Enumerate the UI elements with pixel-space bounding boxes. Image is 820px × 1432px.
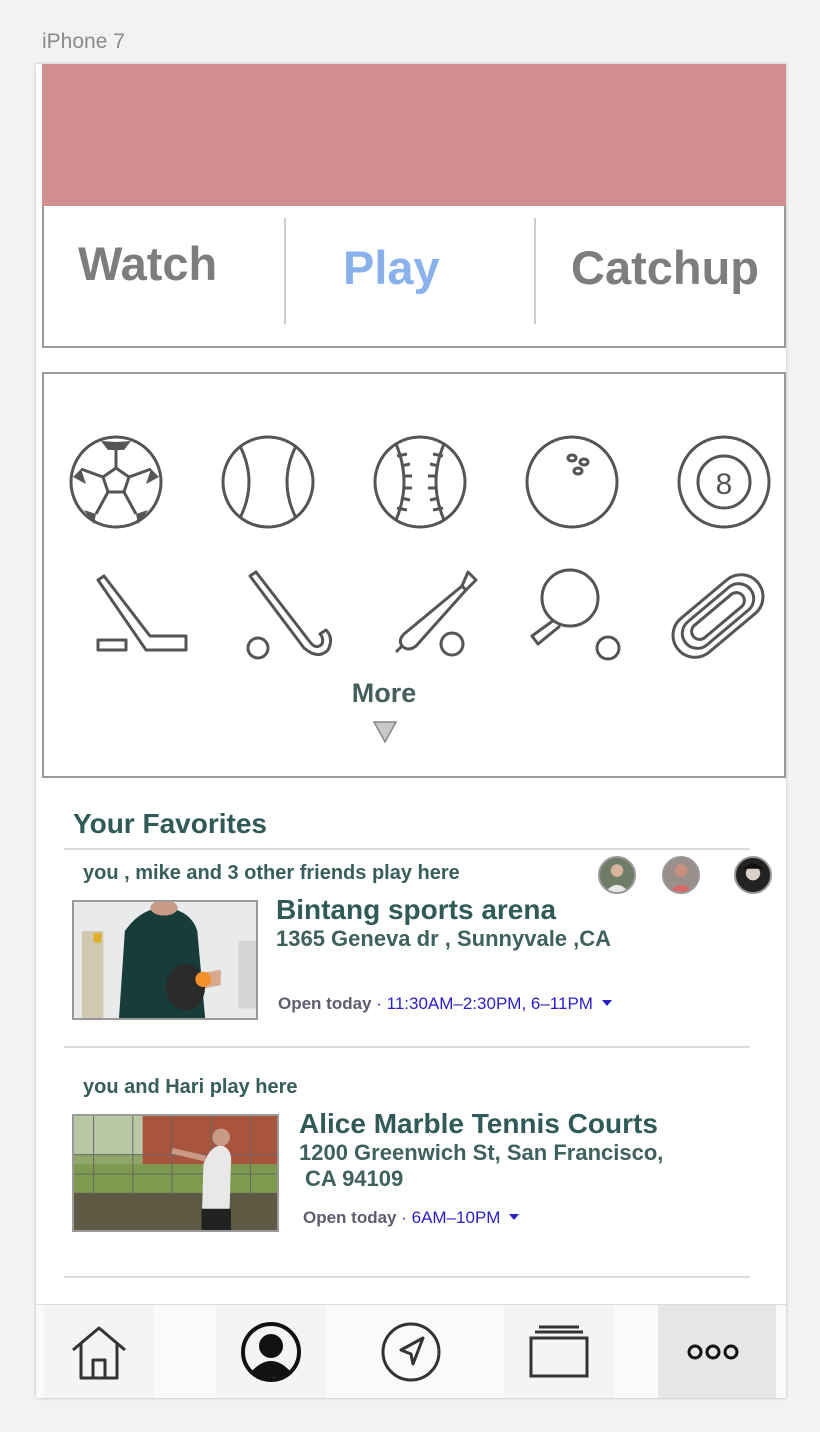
tab-catchup[interactable]: Catchup xyxy=(571,240,759,295)
place-address: CA 94109 xyxy=(305,1166,404,1191)
sports-panel: 8 More xyxy=(42,372,786,778)
phone-screen: Watch Play Catchup 8 More Your Favorites… xyxy=(36,64,786,1398)
open-label: Open today xyxy=(303,1208,397,1227)
baseball-icon[interactable] xyxy=(370,432,470,532)
soccer-ball-icon[interactable] xyxy=(66,432,166,532)
running-track-icon[interactable] xyxy=(668,566,768,666)
more-label[interactable]: More xyxy=(44,678,724,709)
svg-text:8: 8 xyxy=(716,468,733,501)
header-banner xyxy=(42,64,786,208)
cricket-bat-icon[interactable] xyxy=(382,566,482,666)
profile-icon[interactable] xyxy=(216,1305,326,1398)
home-icon[interactable] xyxy=(44,1305,154,1398)
tennis-ball-icon[interactable] xyxy=(218,432,318,532)
hours[interactable]: Open today · 6AM–10PM xyxy=(303,1206,520,1228)
avatar[interactable] xyxy=(598,856,636,894)
tab-play[interactable]: Play xyxy=(343,240,440,295)
open-label: Open today xyxy=(278,994,372,1013)
place-photo[interactable] xyxy=(72,900,258,1020)
tab-watch[interactable]: Watch xyxy=(78,236,217,291)
divider xyxy=(64,848,750,850)
field-hockey-stick-icon[interactable] xyxy=(242,566,342,666)
place-photo[interactable] xyxy=(72,1114,279,1232)
chevron-down-icon[interactable] xyxy=(601,992,612,1006)
place-name[interactable]: Alice Marble Tennis Courts xyxy=(299,1108,658,1140)
divider xyxy=(64,1046,750,1048)
tab-divider xyxy=(284,218,286,324)
avatar[interactable] xyxy=(662,856,700,894)
navigate-icon[interactable] xyxy=(356,1305,466,1398)
tab-bar-top: Watch Play Catchup xyxy=(42,206,786,348)
hours-text: · 6AM–10PM xyxy=(396,1208,501,1227)
cards-icon[interactable] xyxy=(504,1305,614,1398)
ice-hockey-stick-icon[interactable] xyxy=(90,566,190,666)
chevron-down-icon[interactable] xyxy=(372,718,398,744)
eight-ball-icon[interactable]: 8 xyxy=(674,432,774,532)
avatar[interactable] xyxy=(734,856,772,894)
friends-text: you , mike and 3 other friends play here xyxy=(83,862,460,884)
friends-text: you and Hari play here xyxy=(83,1076,298,1098)
favorites-title: Your Favorites xyxy=(73,808,267,839)
more-icon[interactable] xyxy=(658,1305,776,1398)
hours-text: · 11:30AM–2:30PM, 6–11PM xyxy=(371,994,593,1013)
device-label: iPhone 7 xyxy=(42,30,125,53)
ping-pong-icon[interactable] xyxy=(524,566,624,666)
place-address: 1200 Greenwich St, San Francisco, xyxy=(299,1140,664,1165)
hours[interactable]: Open today · 11:30AM–2:30PM, 6–11PM xyxy=(278,992,612,1014)
place-address: 1365 Geneva dr , Sunnyvale ,CA xyxy=(276,926,612,951)
place-name[interactable]: Bintang sports arena xyxy=(276,894,556,926)
divider xyxy=(64,1276,750,1278)
tab-divider xyxy=(534,218,536,324)
bowling-ball-icon[interactable] xyxy=(522,432,622,532)
bottom-tab-bar xyxy=(36,1304,786,1398)
chevron-down-icon[interactable] xyxy=(509,1206,520,1220)
